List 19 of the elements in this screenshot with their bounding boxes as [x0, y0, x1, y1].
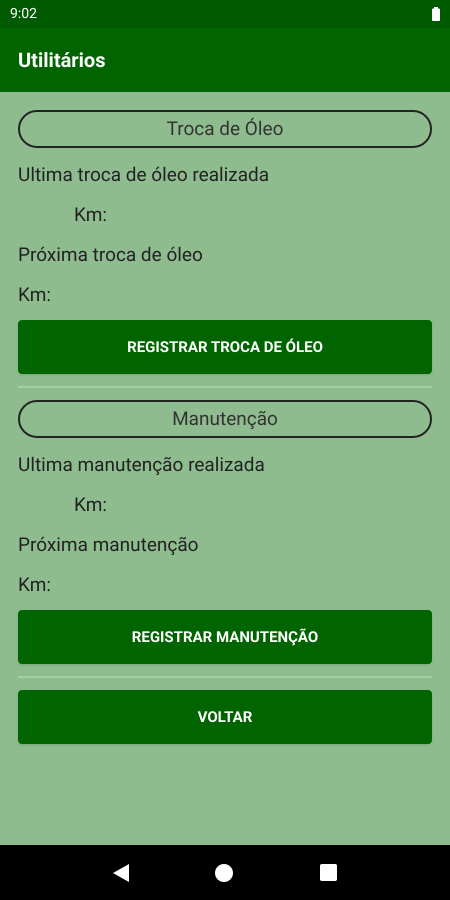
last-km: Km: [74, 492, 108, 518]
back-button[interactable]: VOLTAR [18, 690, 432, 744]
next-km: Km: [18, 572, 52, 598]
section-header: Troca de Óleo [18, 110, 432, 148]
section-header: Manutenção [18, 400, 432, 438]
next-km: Km: [18, 282, 52, 308]
next-label: Próxima troca de óleo [18, 242, 204, 268]
back-icon[interactable] [113, 864, 130, 882]
last-label: Ultima manutenção realizada [18, 452, 266, 478]
battery-icon [432, 7, 440, 21]
register-button[interactable]: REGISTRAR TROCA DE ÓLEO [18, 320, 432, 374]
next-label: Próxima manutenção [18, 532, 200, 558]
last-label: Ultima troca de óleo realizada [18, 162, 270, 188]
status-time: 9:02 [10, 4, 37, 24]
app-title: Utilitários [18, 47, 106, 74]
register-button[interactable]: REGISTRAR MANUTENÇÃO [18, 610, 432, 664]
recents-icon[interactable] [320, 864, 337, 881]
last-km: Km: [74, 202, 108, 228]
home-icon[interactable] [215, 864, 234, 882]
